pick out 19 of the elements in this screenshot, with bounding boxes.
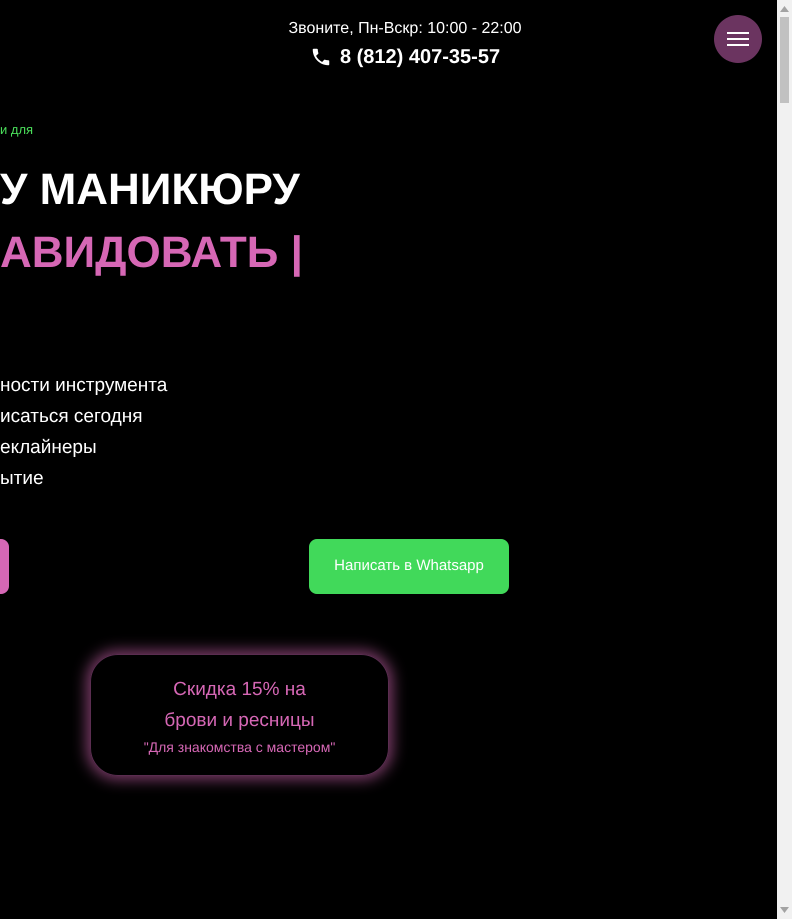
hero-title: У МАНИКЮРУ [0, 164, 300, 216]
feature-text: ности инструмента [0, 374, 168, 398]
feature-text: исаться сегодня [0, 405, 143, 429]
hero-subtitle: АВИДОВАТЬ | [0, 227, 303, 279]
scroll-up-icon[interactable] [780, 6, 789, 12]
scroll-down-icon[interactable] [780, 907, 789, 913]
menu-icon [727, 31, 750, 47]
scrollbar[interactable] [777, 0, 792, 919]
hero-kicker: и для [0, 122, 34, 138]
phone-link[interactable]: 8 (812) 407-35-57 [340, 45, 500, 69]
feature-text: ытие [0, 467, 44, 491]
working-hours: Звоните, Пн-Вскр: 10:00 - 22:00 [288, 19, 522, 39]
feature-text: еклайнеры [0, 436, 97, 460]
promo-note: "Для знакомства с мастером" [144, 738, 336, 756]
booking-button[interactable] [0, 539, 9, 594]
scrollbar-thumb[interactable] [780, 17, 789, 103]
promo-card[interactable]: Скидка 15% на брови и ресницы "Для знакомства с мастером" [90, 654, 389, 776]
promo-title: Скидка 15% на брови и ресницы [163, 678, 316, 732]
menu-button[interactable] [714, 15, 762, 63]
